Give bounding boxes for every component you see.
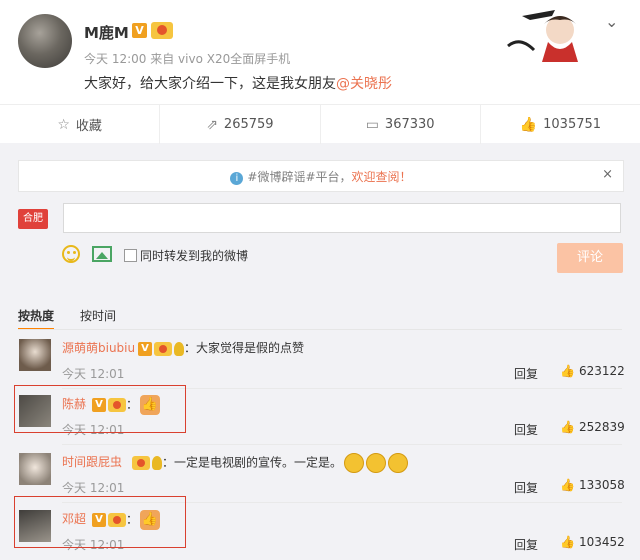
repost-button[interactable]: ⇗ 265759 xyxy=(160,105,321,144)
comment-row: 时间跟屁虫 ：一定是电视剧的宣传。一定是。 今天 12:01 回复 👍 13305… xyxy=(0,447,640,503)
thumb-icon: 👍 xyxy=(560,478,575,492)
laughing-emoji-icon xyxy=(366,453,387,473)
image-icon[interactable] xyxy=(92,246,112,262)
cartoon-portrait-icon xyxy=(507,10,578,62)
commenter-name[interactable]: 源萌萌biubiu xyxy=(62,339,135,356)
divider xyxy=(62,444,622,445)
reply-button[interactable]: 回复 xyxy=(514,421,538,438)
comment-time: 今天 12:01 xyxy=(62,367,125,381)
submit-comment-button[interactable]: 评论 xyxy=(557,243,623,273)
comment-count: 367330 xyxy=(384,117,435,132)
comment-button[interactable]: ▭ 367330 xyxy=(321,105,481,144)
commenter-name[interactable]: 时间跟屁虫 xyxy=(62,453,122,470)
comment-panel: i #微博辟谣#平台，欢迎查阅！ × 合肥 同时转发到我的微博 评论 xyxy=(0,145,640,305)
fan-badge-icon xyxy=(151,22,173,39)
comment-body: ：大家觉得是假的点赞 xyxy=(184,341,305,355)
tab-sort-time[interactable]: 按时间 xyxy=(80,307,116,324)
favorite-label: 收藏 xyxy=(75,119,102,134)
post-text: 大家好，给大家介绍一下，这是我女朋友@关晓彤 xyxy=(84,73,392,93)
info-icon: i xyxy=(230,172,244,185)
poster-username[interactable]: M鹿M xyxy=(84,22,129,43)
favorite-button[interactable]: ☆ 收藏 xyxy=(0,105,161,144)
laughing-emoji-icon xyxy=(344,453,365,473)
reply-button[interactable]: 回复 xyxy=(514,365,538,382)
comment-text: V ：大家觉得是假的点赞 xyxy=(138,339,304,356)
comment-like-button[interactable]: 👍 252839 xyxy=(560,420,625,434)
close-icon[interactable]: × xyxy=(602,167,613,182)
post-body: 大家好，给大家介绍一下，这是我女朋友 xyxy=(84,76,336,92)
comment-row: 源萌萌biubiu V ：大家觉得是假的点赞 今天 12:01 回复 👍 62312… xyxy=(0,333,640,389)
share-icon: ⇗ xyxy=(206,116,218,133)
comment-like-count: 103452 xyxy=(578,535,625,549)
comment-like-count: 623122 xyxy=(578,364,625,378)
comment-like-button[interactable]: 👍 623122 xyxy=(560,364,625,378)
sync-label[interactable]: 同时转发到我的微博 xyxy=(140,247,248,264)
thumb-icon: 👍 xyxy=(560,420,575,434)
poster-avatar[interactable] xyxy=(18,14,72,68)
thumb-icon: 👍 xyxy=(519,116,538,133)
post-meta: 今天 12:00 来自 vivo X20全面屏手机 xyxy=(84,50,290,67)
comment-input[interactable] xyxy=(63,203,621,233)
post-source: 来自 vivo X20全面屏手机 xyxy=(150,52,291,66)
highlight-box xyxy=(14,385,186,433)
rumor-notice: i #微博辟谣#平台，欢迎查阅！ × xyxy=(18,160,624,192)
comment-body: ：一定是电视剧的宣传。一定是。 xyxy=(162,455,343,470)
comment-time: 今天 12:01 xyxy=(62,481,125,495)
like-button[interactable]: 👍 1035751 xyxy=(481,105,640,144)
bulb-badge-icon xyxy=(174,341,184,356)
emoji-icon[interactable] xyxy=(62,245,80,263)
notice-welcome[interactable]: 欢迎查阅！ xyxy=(352,170,412,184)
notice-text: i #微博辟谣#平台，欢迎查阅！ xyxy=(19,168,623,185)
post-time[interactable]: 今天 12:00 xyxy=(84,52,146,66)
like-count: 1035751 xyxy=(543,117,602,132)
repost-count: 265759 xyxy=(223,117,274,132)
laughing-emoji-icon xyxy=(388,453,409,473)
bulb-badge-icon xyxy=(152,456,162,470)
sort-tabs: 按热度 按时间 xyxy=(0,305,640,330)
comment-icon: ▭ xyxy=(365,116,379,133)
post-mention[interactable]: @关晓彤 xyxy=(336,76,392,92)
star-icon: ☆ xyxy=(57,116,70,133)
thumb-icon: 👍 xyxy=(560,364,575,378)
fan-badge-icon xyxy=(154,341,172,356)
post-actions: ☆ 收藏 ⇗ 265759 ▭ 367330 👍 1035751 xyxy=(0,104,640,144)
notice-topic[interactable]: #微博辟谣#平台， xyxy=(247,170,351,184)
fan-badge-icon xyxy=(132,456,150,470)
comment-like-button[interactable]: 👍 133058 xyxy=(560,478,625,492)
reply-button[interactable]: 回复 xyxy=(514,479,538,496)
divider xyxy=(18,329,622,330)
commenter-avatar[interactable] xyxy=(19,453,51,485)
user-avatar: 合肥 xyxy=(18,209,48,229)
verified-badge-icon: V xyxy=(138,341,152,356)
sync-checkbox[interactable] xyxy=(124,249,137,262)
comment-like-button[interactable]: 👍 103452 xyxy=(560,535,625,549)
reply-button[interactable]: 回复 xyxy=(514,536,538,553)
comment-like-count: 133058 xyxy=(578,478,625,492)
commenter-avatar[interactable] xyxy=(19,339,51,371)
chevron-down-icon[interactable]: ⌄ xyxy=(605,12,618,31)
comment-like-count: 252839 xyxy=(578,420,625,434)
tab-sort-hot[interactable]: 按热度 xyxy=(18,307,55,330)
verified-badge-icon: V xyxy=(132,23,147,38)
thumb-icon: 👍 xyxy=(560,535,575,549)
weibo-post: M鹿M V 今天 12:00 来自 vivo X20全面屏手机 大家好，给大家介… xyxy=(0,0,640,144)
highlight-box xyxy=(14,496,186,548)
comment-text: ：一定是电视剧的宣传。一定是。 xyxy=(130,453,409,473)
